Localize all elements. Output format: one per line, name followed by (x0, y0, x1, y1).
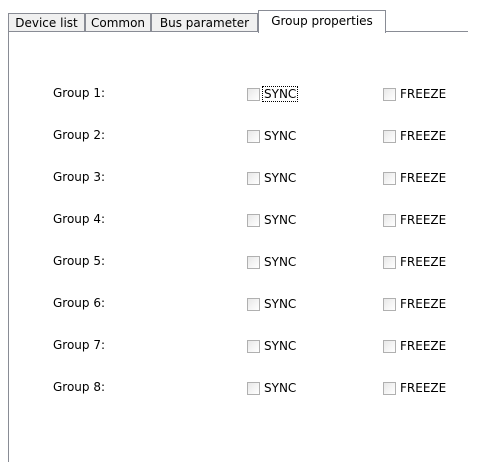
checkbox-box[interactable] (383, 213, 396, 227)
checkbox-box[interactable] (383, 87, 396, 101)
tab-bus-parameter[interactable]: Bus parameter (151, 13, 258, 31)
sync-label[interactable]: SYNC (263, 255, 297, 269)
checkbox-box[interactable] (247, 297, 260, 311)
group-label: Group 4: (53, 212, 106, 226)
freeze-checkbox-group-5[interactable]: FREEZE (383, 254, 447, 270)
freeze-label[interactable]: FREEZE (399, 87, 447, 101)
group-row-8: Group 8: SYNC FREEZE (9, 378, 469, 398)
checkbox-box[interactable] (383, 171, 396, 185)
group-label: Group 3: (53, 170, 106, 184)
freeze-checkbox-group-1[interactable]: FREEZE (383, 86, 447, 102)
group-row-6: Group 6: SYNC FREEZE (9, 294, 469, 314)
group-row-4: Group 4: SYNC FREEZE (9, 210, 469, 230)
sync-label[interactable]: SYNC (261, 86, 299, 102)
freeze-checkbox-group-8[interactable]: FREEZE (383, 380, 447, 396)
group-row-7: Group 7: SYNC FREEZE (9, 336, 469, 356)
sync-label[interactable]: SYNC (263, 129, 297, 143)
sync-checkbox-group-6[interactable]: SYNC (247, 296, 297, 312)
checkbox-box[interactable] (247, 87, 260, 101)
checkbox-box[interactable] (247, 129, 260, 143)
freeze-label[interactable]: FREEZE (399, 339, 447, 353)
sync-checkbox-group-7[interactable]: SYNC (247, 338, 297, 354)
group-label: Group 8: (53, 380, 106, 394)
checkbox-box[interactable] (247, 381, 260, 395)
tab-common[interactable]: Common (85, 13, 151, 31)
checkbox-box[interactable] (383, 297, 396, 311)
group-label: Group 5: (53, 254, 106, 268)
freeze-checkbox-group-4[interactable]: FREEZE (383, 212, 447, 228)
group-row-5: Group 5: SYNC FREEZE (9, 252, 469, 272)
group-label: Group 7: (53, 338, 106, 352)
group-label: Group 6: (53, 296, 106, 310)
sync-checkbox-group-5[interactable]: SYNC (247, 254, 297, 270)
tab-strip: Device list Common Bus parameter Group p… (8, 10, 468, 33)
freeze-label[interactable]: FREEZE (399, 213, 447, 227)
sync-checkbox-group-1[interactable]: SYNC (247, 86, 299, 102)
freeze-label[interactable]: FREEZE (399, 255, 447, 269)
checkbox-box[interactable] (247, 213, 260, 227)
freeze-checkbox-group-6[interactable]: FREEZE (383, 296, 447, 312)
freeze-label[interactable]: FREEZE (399, 381, 447, 395)
checkbox-box[interactable] (247, 339, 260, 353)
checkbox-box[interactable] (383, 255, 396, 269)
sync-checkbox-group-3[interactable]: SYNC (247, 170, 297, 186)
group-row-2: Group 2: SYNC FREEZE (9, 126, 469, 146)
sync-checkbox-group-2[interactable]: SYNC (247, 128, 297, 144)
freeze-checkbox-group-2[interactable]: FREEZE (383, 128, 447, 144)
sync-label[interactable]: SYNC (263, 381, 297, 395)
sync-checkbox-group-8[interactable]: SYNC (247, 380, 297, 396)
sync-label[interactable]: SYNC (263, 171, 297, 185)
freeze-checkbox-group-3[interactable]: FREEZE (383, 170, 447, 186)
group-properties-panel: Group 1: SYNC FREEZE Group 2: SYNC FREEZ… (8, 32, 469, 462)
freeze-label[interactable]: FREEZE (399, 129, 447, 143)
group-row-1: Group 1: SYNC FREEZE (9, 84, 469, 104)
checkbox-box[interactable] (383, 339, 396, 353)
freeze-label[interactable]: FREEZE (399, 297, 447, 311)
sync-label[interactable]: SYNC (263, 213, 297, 227)
sync-label[interactable]: SYNC (263, 297, 297, 311)
checkbox-box[interactable] (383, 129, 396, 143)
freeze-label[interactable]: FREEZE (399, 171, 447, 185)
freeze-checkbox-group-7[interactable]: FREEZE (383, 338, 447, 354)
sync-label[interactable]: SYNC (263, 339, 297, 353)
group-label: Group 2: (53, 128, 106, 142)
checkbox-box[interactable] (247, 255, 260, 269)
group-label: Group 1: (53, 86, 106, 100)
checkbox-box[interactable] (247, 171, 260, 185)
group-row-3: Group 3: SYNC FREEZE (9, 168, 469, 188)
sync-checkbox-group-4[interactable]: SYNC (247, 212, 297, 228)
tab-group-properties[interactable]: Group properties (258, 10, 386, 33)
checkbox-box[interactable] (383, 381, 396, 395)
tab-device-list[interactable]: Device list (8, 13, 85, 31)
